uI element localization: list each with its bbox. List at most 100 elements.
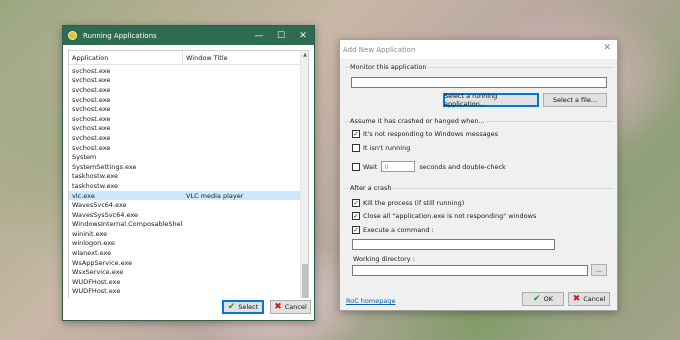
- application-name: svchost.exe: [72, 114, 111, 123]
- application-name: svchost.exe: [72, 133, 111, 142]
- running-applications-window: Running Applications — ☐ ✕ Application W…: [62, 25, 315, 321]
- cancel-x-icon: ✖: [572, 294, 581, 304]
- list-item[interactable]: svchost.exe: [69, 104, 302, 114]
- application-name: wlanext.exe: [72, 249, 112, 258]
- select-button-label: Select: [238, 303, 259, 311]
- cancel-button-label: Cancel: [284, 303, 307, 311]
- list-item[interactable]: svchost.exe: [69, 76, 302, 86]
- add-cancel-button-label: Cancel: [583, 295, 606, 303]
- list-item[interactable]: WsxService.exe: [69, 267, 302, 277]
- execute-command-option[interactable]: ✓ Execute a command :: [352, 226, 434, 234]
- close-dialogs-label: Close all "application.exe is not respon…: [363, 212, 537, 220]
- list-item[interactable]: SystemSettings.exe: [69, 162, 302, 172]
- close-dialogs-option[interactable]: ✓ Close all "application.exe is not resp…: [352, 212, 536, 220]
- application-name: System: [72, 153, 97, 162]
- scroll-up-arrow-icon[interactable]: ▲: [301, 51, 309, 60]
- wait-label: Wait: [363, 162, 378, 171]
- execute-command-checkbox[interactable]: ✓: [352, 226, 360, 234]
- crash-conditions-group: Assume it has crashed or hanged when... …: [345, 117, 614, 183]
- add-window-titlebar[interactable]: Add New Application ✕: [340, 40, 617, 59]
- not-running-option[interactable]: It isn't running: [352, 144, 410, 152]
- ok-button-label: OK: [543, 295, 553, 303]
- application-name: WavesSysSvc64.exe: [72, 210, 138, 219]
- list-item[interactable]: WUDFHost.exe: [69, 277, 302, 287]
- application-name: WUDFHost.exe: [72, 287, 121, 296]
- add-new-application-window: Add New Application ✕ Monitor this appli…: [339, 39, 618, 311]
- kill-process-checkbox[interactable]: ✓: [352, 199, 360, 207]
- not-responding-checkbox[interactable]: ✓: [352, 130, 360, 138]
- working-directory-input[interactable]: [352, 265, 588, 276]
- list-item[interactable]: svchost.exe: [69, 124, 302, 134]
- homepage-link[interactable]: RoC homepage: [346, 297, 395, 305]
- list-item[interactable]: taskhostw.exe: [69, 181, 302, 191]
- list-item[interactable]: winlogon.exe: [69, 239, 302, 249]
- wait-checkbox[interactable]: [352, 162, 360, 171]
- list-item[interactable]: WavesSysSvc64.exe: [69, 210, 302, 220]
- column-header-window-title[interactable]: Window Title: [183, 54, 228, 62]
- application-name: WavesSvc64.exe: [72, 201, 127, 210]
- list-item[interactable]: svchost.exe: [69, 95, 302, 105]
- application-name: SystemSettings.exe: [72, 162, 137, 171]
- list-item[interactable]: wlanext.exe: [69, 248, 302, 258]
- select-file-button[interactable]: Select a file...: [543, 93, 607, 107]
- list-item[interactable]: WUDFHost.exe: [69, 287, 302, 297]
- working-directory-label: Working directory :: [353, 255, 415, 263]
- cancel-x-icon: ✖: [274, 302, 282, 312]
- column-header-application[interactable]: Application: [69, 51, 183, 64]
- running-window-footer: ✔ Select ✖ Cancel: [63, 298, 314, 320]
- kill-process-option[interactable]: ✓ Kill the process (if still running): [352, 199, 464, 207]
- not-running-label: It isn't running: [363, 144, 411, 152]
- application-name: taskhostw.exe: [72, 181, 119, 190]
- list-item[interactable]: svchost.exe: [69, 114, 302, 124]
- list-item[interactable]: vlc.exe VLC media player: [69, 190, 302, 201]
- minimize-icon[interactable]: —: [248, 26, 270, 45]
- wait-option[interactable]: Wait 0 seconds and double-check: [352, 161, 506, 172]
- application-name: WsxService.exe: [72, 268, 124, 277]
- select-running-application-button[interactable]: Select a running application...: [443, 92, 539, 108]
- app-logo-icon: [68, 31, 77, 40]
- application-name: wininit.exe: [72, 229, 108, 238]
- list-item[interactable]: System: [69, 152, 302, 162]
- list-header: Application Window Title: [69, 51, 302, 65]
- add-window-title: Add New Application: [343, 45, 416, 54]
- application-name: WsAppService.exe: [72, 258, 133, 267]
- running-applications-titlebar[interactable]: Running Applications — ☐ ✕: [63, 26, 314, 45]
- application-name: svchost.exe: [72, 95, 111, 104]
- close-icon[interactable]: ✕: [603, 43, 611, 53]
- application-name: svchost.exe: [72, 143, 111, 152]
- select-button[interactable]: ✔ Select: [222, 300, 264, 314]
- command-input[interactable]: [352, 239, 555, 250]
- after-crash-group-label: After a crash: [349, 184, 393, 192]
- kill-process-label: Kill the process (if still running): [363, 199, 465, 207]
- wait-seconds-input[interactable]: 0: [381, 161, 416, 172]
- list-item[interactable]: WindowsInternal.ComposableShell.E...: [69, 220, 302, 230]
- process-rows: svchost.exe svchost.exe svchost.exe svchost…: [69, 66, 302, 296]
- application-name: svchost.exe: [72, 124, 111, 133]
- application-name: WUDFHost.exe: [72, 277, 121, 286]
- list-item[interactable]: svchost.exe: [69, 66, 302, 76]
- after-crash-group: After a crash ✓ Kill the process (if sti…: [345, 184, 614, 286]
- list-item[interactable]: WsAppService.exe: [69, 258, 302, 268]
- ok-button[interactable]: ✔ OK: [522, 292, 564, 306]
- vertical-scrollbar[interactable]: ▲ ▼: [300, 51, 308, 315]
- scrollbar-thumb[interactable]: [302, 264, 308, 302]
- close-icon[interactable]: ✕: [292, 26, 314, 45]
- cancel-button[interactable]: ✖ Cancel: [270, 300, 311, 314]
- list-item[interactable]: svchost.exe: [69, 85, 302, 95]
- execute-command-label: Execute a command :: [363, 226, 434, 234]
- not-running-checkbox[interactable]: [352, 144, 360, 152]
- list-item[interactable]: wininit.exe: [69, 229, 302, 239]
- process-list[interactable]: Application Window Title svchost.exe svch…: [68, 50, 309, 316]
- list-item[interactable]: svchost.exe: [69, 133, 302, 143]
- application-path-input[interactable]: [351, 77, 607, 88]
- list-item[interactable]: taskhostw.exe: [69, 172, 302, 182]
- not-responding-option[interactable]: ✓ It's not responding to Windows message…: [352, 130, 498, 138]
- application-name: svchost.exe: [72, 66, 111, 75]
- monitor-group: Monitor this application Select a runnin…: [345, 63, 614, 109]
- maximize-icon[interactable]: ☐: [270, 26, 292, 45]
- add-cancel-button[interactable]: ✖ Cancel: [568, 292, 610, 306]
- close-dialogs-checkbox[interactable]: ✓: [352, 212, 360, 220]
- list-item[interactable]: WavesSvc64.exe: [69, 200, 302, 210]
- browse-button[interactable]: ...: [591, 264, 607, 276]
- list-item[interactable]: svchost.exe: [69, 143, 302, 153]
